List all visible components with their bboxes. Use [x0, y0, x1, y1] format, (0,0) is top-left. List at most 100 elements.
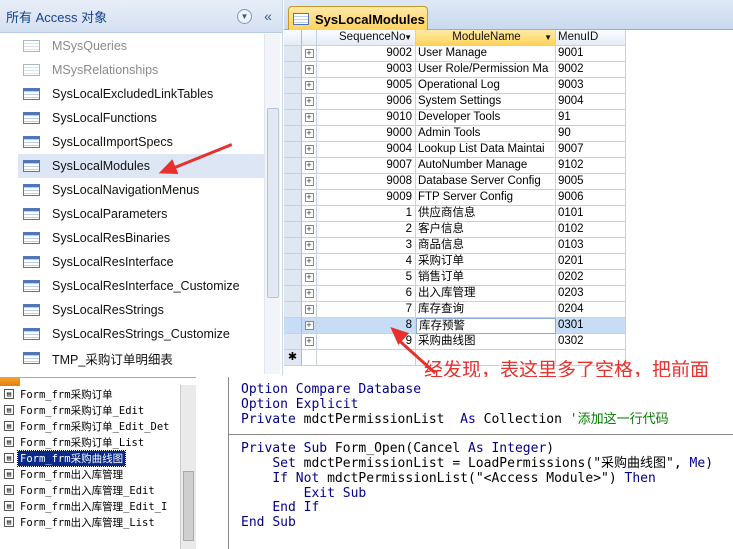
cell-modulename[interactable]: 客户信息 [416, 222, 556, 238]
cell-menuid[interactable]: 9004 [556, 94, 626, 110]
row-selector[interactable] [284, 110, 302, 126]
expand-cell[interactable]: + [302, 254, 317, 270]
expand-cell[interactable]: + [302, 238, 317, 254]
cell-sequenceno[interactable]: 9009 [317, 190, 416, 206]
cell-menuid[interactable]: 91 [556, 110, 626, 126]
cell-modulename[interactable]: Lookup List Data Maintai [416, 142, 556, 158]
expand-cell[interactable]: + [302, 110, 317, 126]
expand-cell[interactable]: + [302, 126, 317, 142]
expand-cell[interactable]: + [302, 222, 317, 238]
code-line[interactable]: Option Explicit [229, 397, 733, 413]
nav-item[interactable]: SysLocalResInterface [18, 250, 264, 274]
cell-modulename[interactable]: AutoNumber Manage [416, 158, 556, 174]
chevron-down-icon[interactable]: ▼ [237, 8, 252, 24]
nav-scrollbar[interactable] [264, 34, 280, 374]
nav-item[interactable]: SysLocalExcludedLinkTables [18, 82, 264, 106]
plus-expand-icon[interactable]: + [304, 321, 314, 330]
cell-sequenceno[interactable]: 9006 [317, 94, 416, 110]
cell-modulename[interactable]: User Role/Permission Ma [416, 62, 556, 78]
expand-cell[interactable]: + [302, 62, 317, 78]
code-line[interactable]: Set mdctPermissionList = LoadPermissions… [229, 456, 733, 472]
plus-expand-icon[interactable]: + [304, 289, 314, 298]
row-selector[interactable] [284, 142, 302, 158]
code-line[interactable]: Exit Sub [229, 486, 733, 502]
cell-sequenceno[interactable]: 9008 [317, 174, 416, 190]
cell-sequenceno[interactable]: 7 [317, 302, 416, 318]
plus-expand-icon[interactable]: + [304, 177, 314, 186]
row-selector[interactable] [284, 190, 302, 206]
cell-modulename[interactable]: 销售订单 [416, 270, 556, 286]
row-selector[interactable] [284, 174, 302, 190]
table-row[interactable]: +9009 FTP Server Config 9006 [284, 190, 626, 206]
cell-sequenceno[interactable]: 3 [317, 238, 416, 254]
row-selector[interactable] [284, 62, 302, 78]
cell-menuid[interactable]: 0203 [556, 286, 626, 302]
project-item[interactable]: ▤ Form_frm出入库管理 [0, 466, 196, 482]
expand-cell[interactable]: + [302, 270, 317, 286]
cell-menuid[interactable]: 0201 [556, 254, 626, 270]
cell-sequenceno[interactable]: 9000 [317, 126, 416, 142]
project-item[interactable]: ▤ Form_frm出入库管理_List [0, 514, 196, 530]
row-selector[interactable] [284, 286, 302, 302]
cell-modulename[interactable]: 商品信息 [416, 238, 556, 254]
cell-modulename[interactable]: 出入库管理 [416, 286, 556, 302]
new-record-cell[interactable] [302, 350, 317, 366]
col-header-menuid[interactable]: MenuID [556, 30, 626, 46]
code-line[interactable]: Private Sub Form_Open(Cancel As Integer) [229, 441, 733, 457]
cell-menuid[interactable]: 0102 [556, 222, 626, 238]
table-row[interactable]: +7 库存查询 0204 [284, 302, 626, 318]
cell-sequenceno[interactable]: 9005 [317, 78, 416, 94]
expand-cell[interactable]: + [302, 174, 317, 190]
cell-menuid[interactable]: 0202 [556, 270, 626, 286]
code-line[interactable]: End Sub [229, 515, 733, 531]
table-row[interactable]: +9 采购曲线图 0302 [284, 334, 626, 350]
expand-cell[interactable]: + [302, 318, 317, 334]
cell-menuid[interactable]: 0101 [556, 206, 626, 222]
row-selector[interactable] [284, 238, 302, 254]
cell-menuid[interactable]: 9003 [556, 78, 626, 94]
cell-sequenceno[interactable]: 9010 [317, 110, 416, 126]
cell-modulename[interactable]: 采购订单 [416, 254, 556, 270]
table-row[interactable]: +9003 User Role/Permission Ma 9002 [284, 62, 626, 78]
project-scroll-thumb[interactable] [183, 471, 194, 541]
cell-modulename[interactable]: Operational Log [416, 78, 556, 94]
cell-modulename[interactable]: 采购曲线图 [416, 334, 556, 350]
project-item[interactable]: ▤ Form_frm采购订单_Edit_Det [0, 418, 196, 434]
plus-expand-icon[interactable]: + [304, 81, 314, 90]
expand-cell[interactable]: + [302, 206, 317, 222]
table-row[interactable]: +4 采购订单 0201 [284, 254, 626, 270]
cell-sequenceno[interactable]: 5 [317, 270, 416, 286]
nav-item[interactable]: SysLocalResBinaries [18, 226, 264, 250]
cell-modulename[interactable]: User Manage [416, 46, 556, 62]
project-scrollbar[interactable] [180, 385, 196, 549]
plus-expand-icon[interactable]: + [304, 145, 314, 154]
collapse-pane-icon[interactable]: « [260, 8, 276, 24]
tab-syslocalmodules[interactable]: SysLocalModules [288, 6, 428, 31]
cell-menuid[interactable]: 9006 [556, 190, 626, 206]
new-record-cell[interactable] [317, 350, 416, 366]
cell-sequenceno[interactable]: 9003 [317, 62, 416, 78]
project-item[interactable]: ▤ Form_frm采购订单 [0, 386, 196, 402]
row-selector[interactable] [284, 302, 302, 318]
plus-expand-icon[interactable]: + [304, 337, 314, 346]
expand-cell[interactable]: + [302, 142, 317, 158]
project-item[interactable]: ▤ Form_frm采购曲线图 [0, 449, 196, 467]
plus-expand-icon[interactable]: + [304, 129, 314, 138]
row-selector[interactable] [284, 46, 302, 62]
table-row[interactable]: +9008 Database Server Config 9005 [284, 174, 626, 190]
project-item[interactable]: ▤ Form_frm出入库管理_Edit_I [0, 498, 196, 514]
expand-cell[interactable]: + [302, 334, 317, 350]
cell-menuid[interactable]: 9102 [556, 158, 626, 174]
nav-item[interactable]: MSysRelationships [18, 58, 264, 82]
nav-scroll-thumb[interactable] [267, 108, 279, 298]
plus-expand-icon[interactable]: + [304, 113, 314, 122]
cell-menuid[interactable]: 0204 [556, 302, 626, 318]
table-row[interactable]: +9002 User Manage 9001 [284, 46, 626, 62]
cell-sequenceno[interactable]: 1 [317, 206, 416, 222]
row-selector[interactable] [284, 94, 302, 110]
plus-expand-icon[interactable]: + [304, 193, 314, 202]
table-row[interactable]: +8 库存预警 0301 [284, 318, 626, 334]
nav-item[interactable]: SysLocalResStrings [18, 298, 264, 322]
row-selector[interactable] [284, 270, 302, 286]
expand-cell[interactable]: + [302, 302, 317, 318]
